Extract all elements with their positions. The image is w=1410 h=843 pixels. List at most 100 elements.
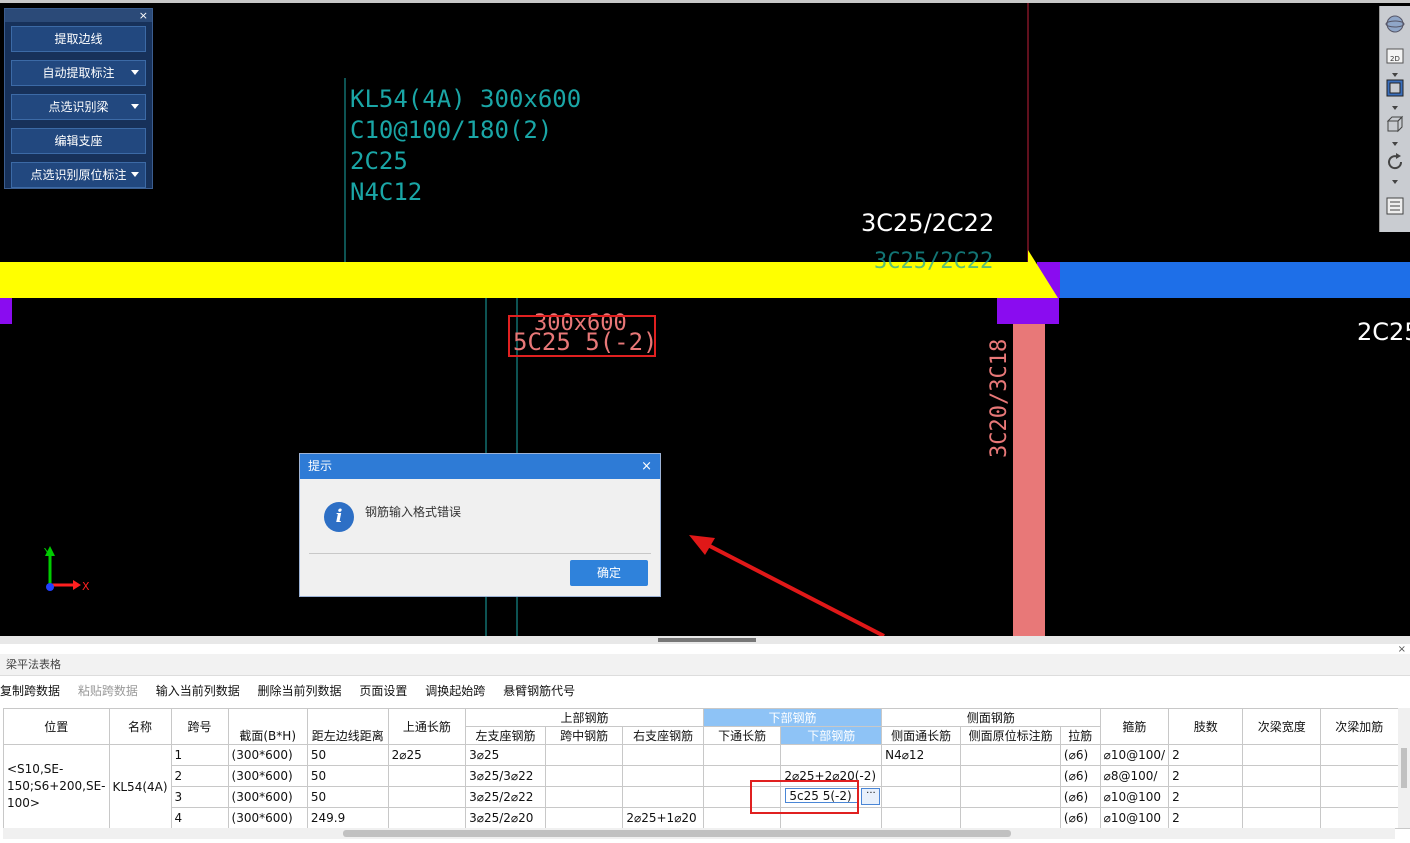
- dist-cell[interactable]: 249.9: [306, 807, 389, 829]
- cantilever-code-button[interactable]: 悬臂钢筋代号: [503, 684, 575, 698]
- pick-recognize-beam-button[interactable]: 点选识别梁: [11, 94, 146, 120]
- extract-edge-button[interactable]: 提取边线: [11, 26, 146, 52]
- sec-width-cell[interactable]: [1242, 765, 1321, 787]
- side-through-cell[interactable]: [881, 786, 962, 808]
- legs-cell[interactable]: 2: [1168, 765, 1244, 787]
- header-bottom-rebar: 下部钢筋: [780, 726, 883, 745]
- tie-cell[interactable]: (⌀6): [1059, 765, 1101, 787]
- span-cell[interactable]: 2: [170, 765, 229, 787]
- stirrup-cell[interactable]: ⌀8@100/: [1099, 765, 1170, 787]
- bottom-through-cell[interactable]: [702, 744, 782, 766]
- dist-cell[interactable]: 50: [306, 765, 389, 787]
- sec-width-cell[interactable]: [1242, 786, 1321, 808]
- position-cell[interactable]: <S10,SE-150;S6+200,SE-100>: [3, 744, 110, 829]
- right-support-cell[interactable]: [622, 765, 704, 787]
- mid-cell[interactable]: [544, 807, 624, 829]
- layers-icon[interactable]: [1385, 196, 1405, 216]
- span-cell[interactable]: 4: [170, 807, 229, 829]
- mid-cell[interactable]: [544, 786, 624, 808]
- input-column-data-button[interactable]: 输入当前列数据: [156, 684, 240, 698]
- left-support-cell[interactable]: 3⌀25: [465, 744, 546, 766]
- side-orig-cell[interactable]: [960, 786, 1061, 808]
- span-cell[interactable]: 3: [170, 786, 229, 808]
- sec-width-cell[interactable]: [1242, 807, 1321, 829]
- bottom-cell[interactable]: [780, 744, 883, 766]
- dropdown-icon[interactable]: [131, 70, 139, 75]
- page-setup-button[interactable]: 页面设置: [359, 684, 407, 698]
- vertical-scrollbar[interactable]: [1398, 708, 1410, 828]
- panel-title-bar[interactable]: ×: [5, 9, 152, 22]
- rotate-icon[interactable]: [1385, 152, 1405, 172]
- section-cell[interactable]: (300*600): [227, 744, 308, 766]
- tie-cell[interactable]: (⌀6): [1059, 786, 1101, 808]
- sec-add-cell[interactable]: [1319, 786, 1399, 808]
- scrollbar-thumb[interactable]: [343, 830, 1011, 837]
- left-support-cell[interactable]: 3⌀25/3⌀22: [465, 765, 546, 787]
- side-orig-cell[interactable]: [960, 807, 1061, 829]
- sec-add-cell[interactable]: [1319, 807, 1399, 829]
- left-support-cell[interactable]: 3⌀25/2⌀22: [465, 786, 546, 808]
- 3d-box-icon[interactable]: [1385, 78, 1405, 98]
- copy-span-data-button[interactable]: 复制跨数据: [0, 684, 60, 698]
- panel-splitter[interactable]: [0, 636, 1410, 644]
- dropdown-icon[interactable]: [131, 172, 139, 177]
- panel-close-button[interactable]: ×: [139, 9, 148, 22]
- right-support-cell[interactable]: [622, 744, 704, 766]
- 2d-view-icon[interactable]: 2D: [1385, 46, 1405, 66]
- tie-cell[interactable]: (⌀6): [1059, 807, 1101, 829]
- legs-cell[interactable]: 2: [1168, 744, 1244, 766]
- side-through-cell[interactable]: [881, 765, 962, 787]
- delete-column-data-button[interactable]: 删除当前列数据: [258, 684, 342, 698]
- tie-cell[interactable]: (⌀6): [1059, 744, 1101, 766]
- mid-cell[interactable]: [544, 744, 624, 766]
- chevron-down-icon[interactable]: [1392, 180, 1398, 184]
- dialog-close-button[interactable]: ×: [641, 454, 652, 479]
- mid-cell[interactable]: [544, 765, 624, 787]
- top-through-cell[interactable]: [387, 807, 467, 829]
- cad-canvas[interactable]: Y X KL54(4A) 300x600 C10@100/180(2) 2C25…: [0, 0, 1410, 636]
- chevron-down-icon[interactable]: [1392, 106, 1398, 110]
- top-through-cell[interactable]: 2⌀25: [387, 744, 467, 766]
- section-cell[interactable]: (300*600): [227, 765, 308, 787]
- cube-icon[interactable]: [1385, 114, 1405, 134]
- dist-cell[interactable]: 50: [306, 744, 389, 766]
- dialog-title-bar[interactable]: 提示 ×: [300, 454, 660, 479]
- ok-button[interactable]: 确定: [570, 560, 648, 586]
- top-through-cell[interactable]: [387, 786, 467, 808]
- section-cell[interactable]: (300*600): [227, 807, 308, 829]
- chevron-down-icon[interactable]: [1392, 142, 1398, 146]
- span-cell[interactable]: 1: [170, 744, 229, 766]
- paste-span-data-button[interactable]: 粘贴跨数据: [78, 684, 138, 698]
- side-through-cell[interactable]: N4⌀12: [881, 744, 962, 766]
- globe-icon[interactable]: [1385, 14, 1405, 34]
- section-cell[interactable]: (300*600): [227, 786, 308, 808]
- stirrup-cell[interactable]: ⌀10@100/: [1099, 744, 1170, 766]
- swap-start-span-button[interactable]: 调换起始跨: [425, 684, 485, 698]
- horizontal-scrollbar[interactable]: [3, 828, 1395, 839]
- legs-cell[interactable]: 2: [1168, 807, 1244, 829]
- legs-cell[interactable]: 2: [1168, 786, 1244, 808]
- sec-add-cell[interactable]: [1319, 765, 1399, 787]
- dropdown-icon[interactable]: [131, 104, 139, 109]
- stirrup-cell[interactable]: ⌀10@100: [1099, 807, 1170, 829]
- dist-cell[interactable]: 50: [306, 786, 389, 808]
- splitter-grip[interactable]: [658, 638, 756, 642]
- sec-add-cell[interactable]: [1319, 744, 1399, 766]
- right-support-cell[interactable]: [622, 786, 704, 808]
- sec-width-cell[interactable]: [1242, 744, 1321, 766]
- side-through-cell[interactable]: [881, 807, 962, 829]
- top-through-cell[interactable]: [387, 765, 467, 787]
- name-cell[interactable]: KL54(4A): [108, 744, 172, 829]
- stirrup-cell[interactable]: ⌀10@100: [1099, 786, 1170, 808]
- side-orig-cell[interactable]: [960, 744, 1061, 766]
- edit-support-button[interactable]: 编辑支座: [11, 128, 146, 154]
- left-support-cell[interactable]: 3⌀25/2⌀20: [465, 807, 546, 829]
- right-support-cell[interactable]: 2⌀25+1⌀20: [622, 807, 704, 829]
- pick-recognize-inplace-button[interactable]: 点选识别原位标注: [11, 162, 146, 188]
- chevron-down-icon[interactable]: [1392, 73, 1398, 77]
- dialog-message: 钢筋输入格式错误: [365, 505, 462, 519]
- scrollbar-thumb[interactable]: [1401, 748, 1407, 788]
- side-orig-cell[interactable]: [960, 765, 1061, 787]
- ellipsis-button[interactable]: ···: [861, 788, 881, 805]
- auto-extract-label-button[interactable]: 自动提取标注: [11, 60, 146, 86]
